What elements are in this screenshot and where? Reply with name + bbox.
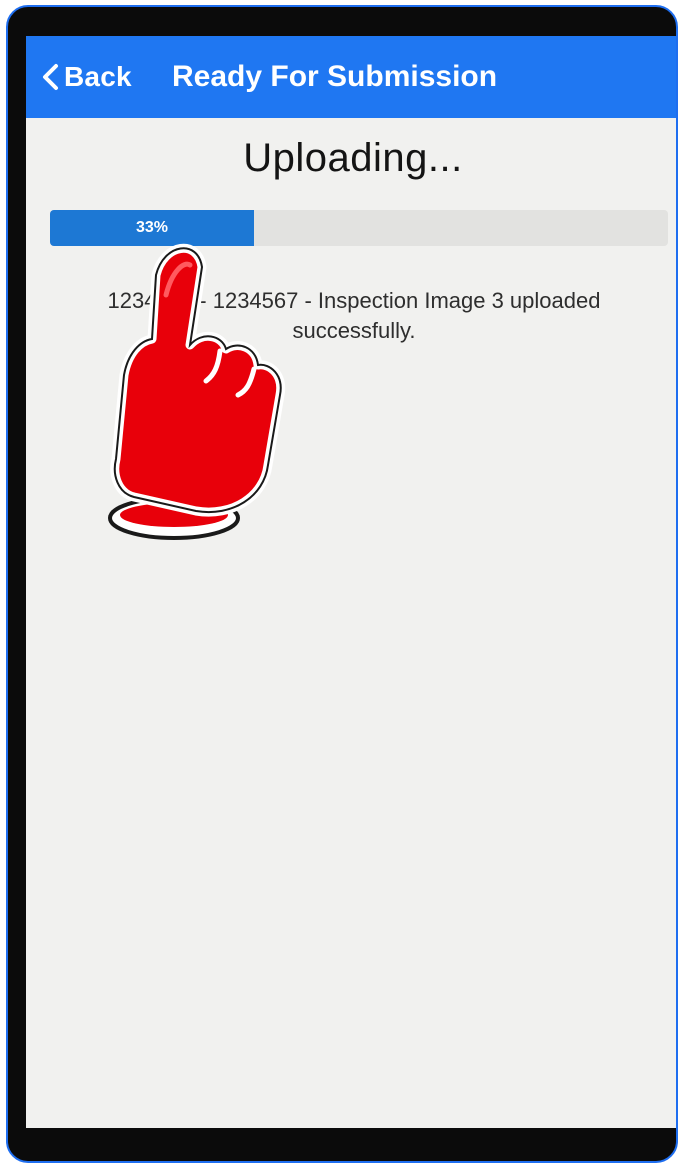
back-button[interactable]: Back — [36, 56, 132, 98]
page-title: Ready For Submission — [172, 60, 498, 93]
upload-status-message: 1234567 - 1234567 - Inspection Image 3 u… — [107, 288, 601, 343]
upload-status-heading: Uploading... — [243, 136, 463, 180]
chevron-left-icon — [43, 64, 58, 90]
app-screen: Back Ready For Submission Uploading... 3… — [26, 36, 676, 1128]
back-label: Back — [64, 61, 132, 92]
navigation-bar: Back Ready For Submission — [26, 36, 676, 118]
upload-progress-bar: 33% — [50, 210, 668, 246]
progress-percent-label: 33% — [135, 219, 168, 236]
phone-frame: Back Ready For Submission Uploading... 3… — [6, 5, 678, 1163]
